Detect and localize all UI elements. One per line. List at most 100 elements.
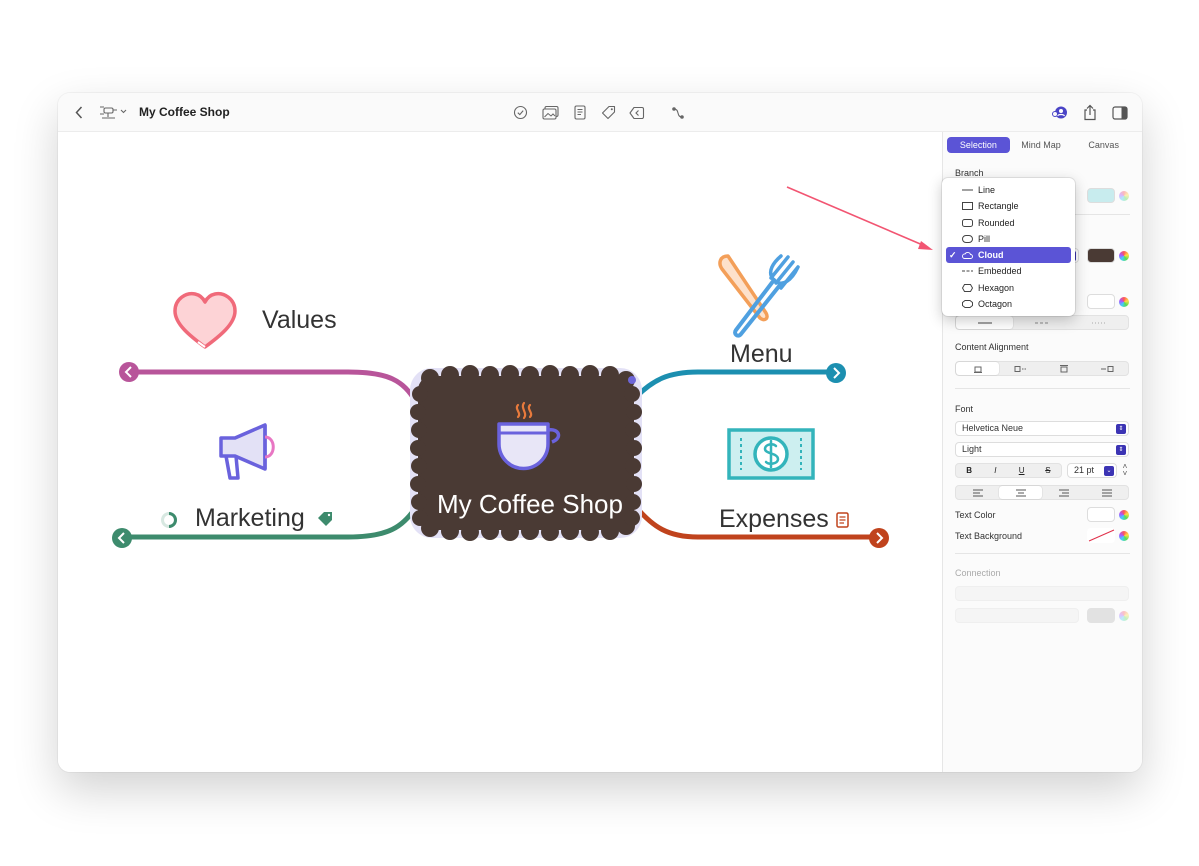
heart-icon [173,291,237,349]
menu-item-label: Line [978,185,996,195]
text-align-justify-option[interactable] [1085,486,1128,499]
money-bill-icon [727,428,815,480]
border-dashed-option[interactable] [1013,316,1070,329]
central-topic-label[interactable]: My Coffee Shop [437,489,623,520]
text-background-wheel-icon[interactable] [1119,531,1129,541]
align-icon-right-option[interactable] [1085,362,1128,375]
menu-item-rectangle[interactable]: Rectangle [942,198,1075,214]
text-background-swatch[interactable] [1087,528,1115,543]
branch-color-wheel-icon[interactable] [1119,191,1129,201]
progress-ring-icon [161,512,177,528]
shape-fill-swatch[interactable] [1087,248,1115,263]
align-left-icon [1014,365,1027,372]
text-align-center-option[interactable] [999,486,1042,499]
popup-arrows-icon: ⌄ [1104,466,1114,476]
back-button[interactable] [72,104,86,120]
menu-item-label: Cloud [978,250,1004,261]
mind-map-style-button[interactable] [99,103,129,121]
menu-item-cloud[interactable]: ✓ Cloud [946,247,1071,264]
connection-button[interactable] [669,104,686,121]
content-alignment-label: Content Alignment [955,342,1029,352]
megaphone-icon [219,423,275,480]
values-collapse-handle[interactable] [119,362,139,382]
chevron-left-icon [75,105,83,119]
hexagon-shape-icon [962,283,973,292]
text-color-wheel-icon[interactable] [1119,510,1129,520]
mind-map-canvas[interactable]: Values Marketing Menu Expenses My Coffee… [58,132,942,772]
menu-branch-line [633,369,839,400]
text-color-swatch[interactable] [1087,507,1115,522]
expenses-collapse-handle[interactable] [869,528,889,548]
border-color-wheel-icon[interactable] [1119,297,1129,307]
font-size-stepper[interactable]: ˄ ˅ [1120,463,1130,478]
tag-button[interactable] [600,104,617,121]
border-color-swatch[interactable] [1087,294,1115,309]
font-weight-value: Light [962,444,982,454]
tab-canvas[interactable]: Canvas [1072,137,1135,153]
toolbar: My Coffee Shop [58,93,1142,132]
font-size-value: 21 pt [1074,465,1095,475]
border-style-segmented [955,315,1129,330]
strikethrough-button[interactable]: S [1035,464,1061,477]
share-icon [1083,104,1096,120]
line-shape-icon [962,189,973,191]
topic-marketing[interactable]: Marketing [195,504,305,533]
connection-options-disabled [955,586,1129,601]
text-align-left-option[interactable] [956,486,999,499]
tab-mind-map[interactable]: Mind Map [1010,137,1073,153]
menu-item-line[interactable]: Line [942,182,1075,198]
image-button[interactable] [541,104,561,121]
font-family-value: Helvetica Neue [962,423,1024,433]
menu-item-label: Octagon [978,299,1013,310]
menu-item-rounded[interactable]: Rounded [942,215,1075,231]
relationship-button[interactable] [628,104,646,121]
connector-icon [671,106,684,119]
border-dotted-option[interactable] [1071,316,1128,329]
topic-menu[interactable]: Menu [730,340,793,369]
task-button[interactable] [512,104,529,121]
mind-map-icon [100,106,127,119]
shape-color-wheel-icon[interactable] [1119,251,1129,261]
font-family-popup[interactable]: Helvetica Neue ⇕ [955,421,1129,436]
branch-color-swatch[interactable] [1087,188,1115,203]
collaborate-button[interactable] [1051,104,1069,121]
align-icon-top-option[interactable] [956,362,999,375]
share-button[interactable] [1081,103,1098,121]
border-solid-option[interactable] [956,316,1014,329]
topic-values[interactable]: Values [262,306,337,335]
marketing-collapse-handle[interactable] [112,528,132,548]
menu-collapse-handle[interactable] [826,363,846,383]
menu-item-hexagon[interactable]: Hexagon [942,280,1075,296]
connection-section-label: Connection [955,568,1001,578]
italic-button[interactable]: I [982,464,1008,477]
popup-arrows-icon: ⇕ [1116,445,1126,455]
solid-line-icon [977,321,992,324]
menu-item-pill[interactable]: Pill [942,231,1075,247]
photo-icon [542,105,559,120]
menu-item-octagon[interactable]: Octagon [942,296,1075,312]
font-size-popup[interactable]: 21 pt ⌄ [1067,463,1117,478]
align-icon-bottom-option[interactable] [1042,362,1085,375]
text-background-label: Text Background [955,531,1023,541]
bold-button[interactable]: B [956,464,982,477]
app-window: My Coffee Shop Values Marketing Menu Exp… [58,93,1142,772]
connection-style-disabled [955,608,1079,623]
note-button[interactable] [572,104,588,121]
note-icon [574,105,586,120]
content-alignment-segmented [955,361,1129,376]
underline-button[interactable]: U [1009,464,1035,477]
tab-selection[interactable]: Selection [947,137,1010,153]
dotted-line-icon [1092,322,1107,323]
dashed-line-icon [1034,322,1049,323]
note-icon[interactable] [836,512,849,528]
menu-item-label: Hexagon [978,282,1015,293]
text-align-right-option[interactable] [1042,486,1085,499]
align-text-center-icon [1015,489,1026,496]
tag-icon[interactable] [318,512,332,526]
topic-expenses[interactable]: Expenses [719,505,829,534]
menu-item-embedded[interactable]: Embedded [942,263,1075,279]
toggle-sidebar-button[interactable] [1111,104,1129,121]
align-icon-left-option[interactable] [999,362,1042,375]
font-weight-popup[interactable]: Light ⇕ [955,442,1129,457]
connection-color-swatch [1087,608,1115,623]
